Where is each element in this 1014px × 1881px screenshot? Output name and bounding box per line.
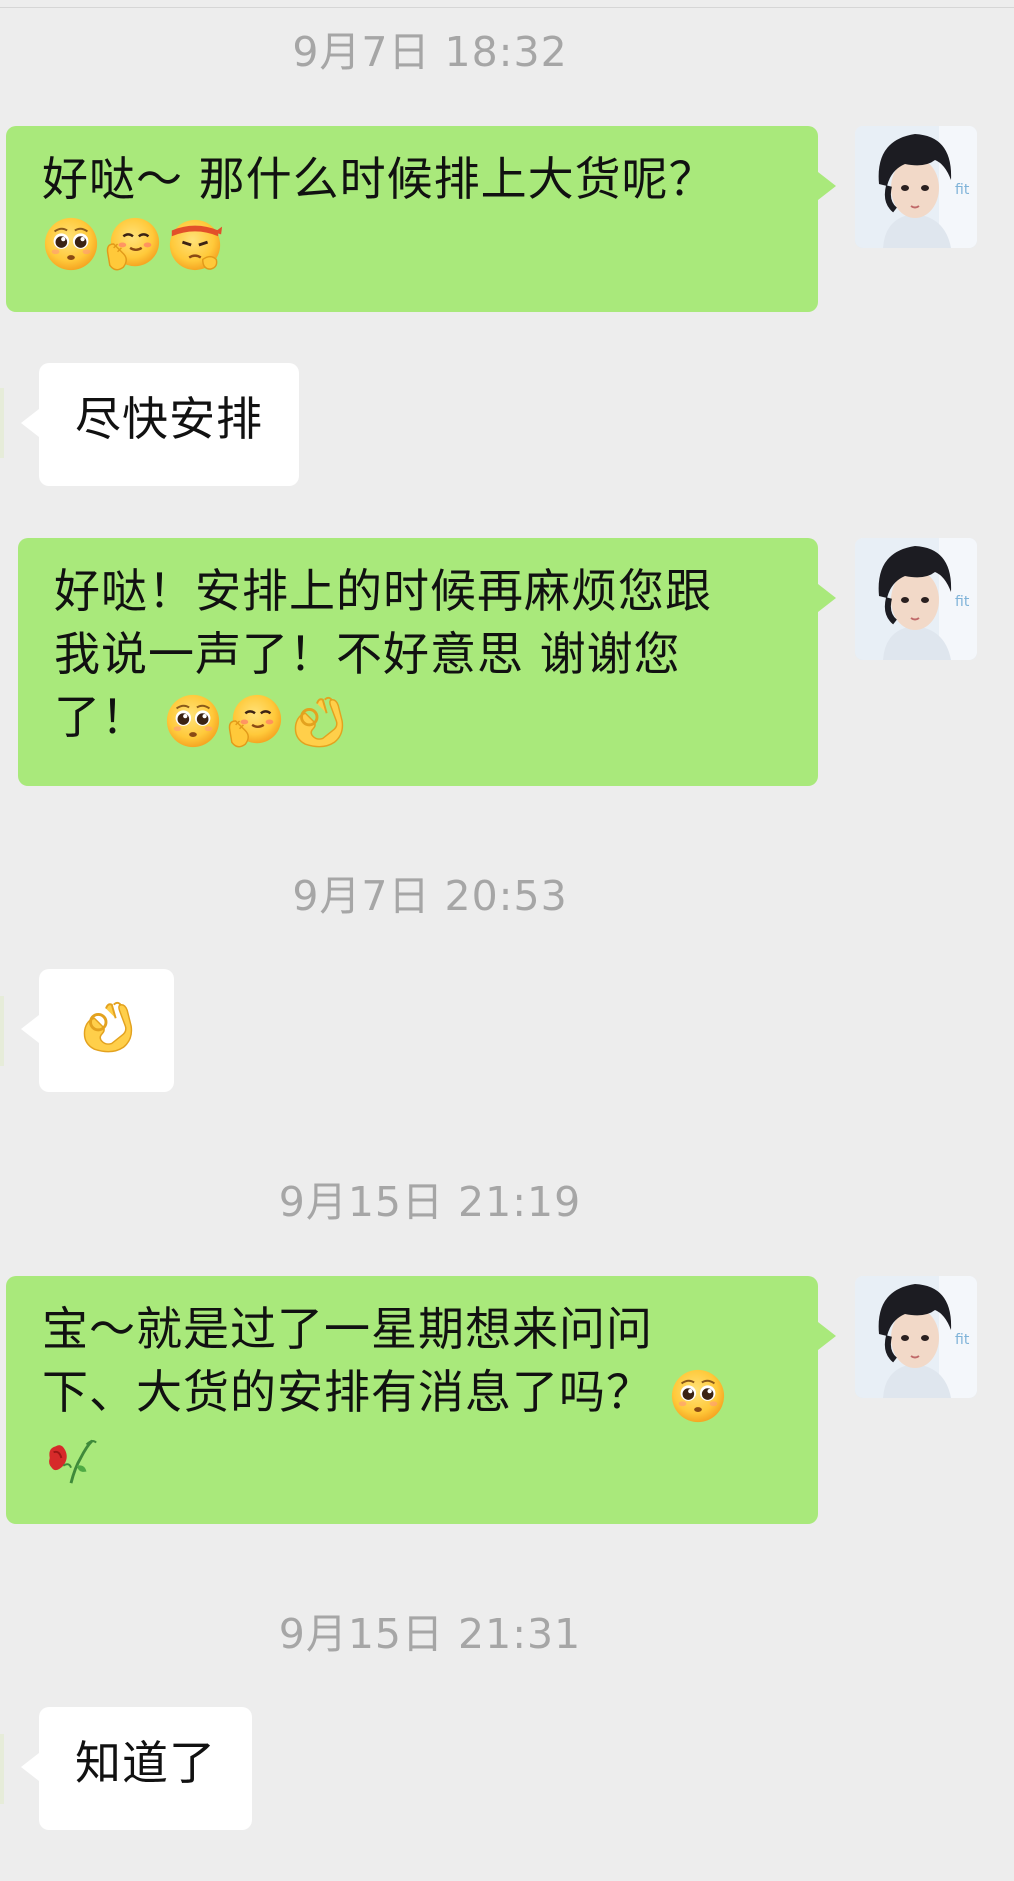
message-line-with-emoji: 了！ — [54, 686, 782, 750]
timestamp: 9月7日 18:32 — [292, 28, 568, 76]
hand-over-mouth-icon — [104, 215, 162, 273]
incoming-message[interactable]: 尽快安排 — [21, 363, 299, 486]
hand-over-mouth-icon — [226, 692, 284, 750]
contact-avatar-edge — [0, 388, 4, 458]
pleading-face-icon — [669, 1367, 727, 1425]
message-line: 好哒！安排上的时候再麻烦您跟 — [54, 564, 712, 618]
pleading-face-icon — [164, 692, 222, 750]
pleading-face-icon — [42, 215, 100, 273]
outgoing-message[interactable]: 宝～就是过了一星期想来问问 下、大货的安排有消息了吗？ — [6, 1276, 836, 1524]
incoming-message[interactable]: 知道了 — [21, 1707, 252, 1830]
avatar[interactable] — [855, 1276, 977, 1398]
avatar[interactable] — [855, 126, 977, 248]
message-line-with-emoji: 下、大货的安排有消息了吗？ — [42, 1361, 782, 1425]
message-line: 我说一声了！不好意思 谢谢您 — [54, 627, 681, 681]
message-line: 宝～就是过了一星期想来问问 — [42, 1302, 653, 1356]
ok-hand-icon — [77, 997, 135, 1055]
emoji-row — [42, 1429, 782, 1487]
bandage-head-face-icon — [166, 215, 224, 273]
outgoing-message[interactable]: 好哒～ 那什么时候排上大货呢？ — [6, 126, 836, 312]
timestamp: 9月15日 21:31 — [278, 1610, 582, 1658]
message-text: 尽快安排 — [75, 392, 263, 446]
incoming-message[interactable] — [21, 969, 174, 1092]
timestamp: 9月15日 21:19 — [278, 1178, 582, 1226]
message-line: 下、大货的安排有消息了吗？ — [42, 1365, 653, 1419]
message-line: 了！ — [54, 690, 148, 744]
avatar[interactable] — [855, 538, 977, 660]
wilted-rose-icon — [42, 1429, 100, 1487]
top-divider — [0, 0, 1014, 8]
ok-hand-icon — [288, 692, 346, 750]
emoji-row — [42, 215, 782, 273]
message-text: 知道了 — [75, 1736, 216, 1790]
outgoing-message[interactable]: 好哒！安排上的时候再麻烦您跟 我说一声了！不好意思 谢谢您 了！ — [18, 538, 836, 786]
timestamp: 9月7日 20:53 — [292, 872, 568, 920]
emoji-row — [164, 692, 346, 750]
contact-avatar-edge — [0, 996, 4, 1066]
message-text: 好哒～ 那什么时候排上大货呢？ — [42, 152, 716, 206]
contact-avatar-edge — [0, 1734, 4, 1804]
